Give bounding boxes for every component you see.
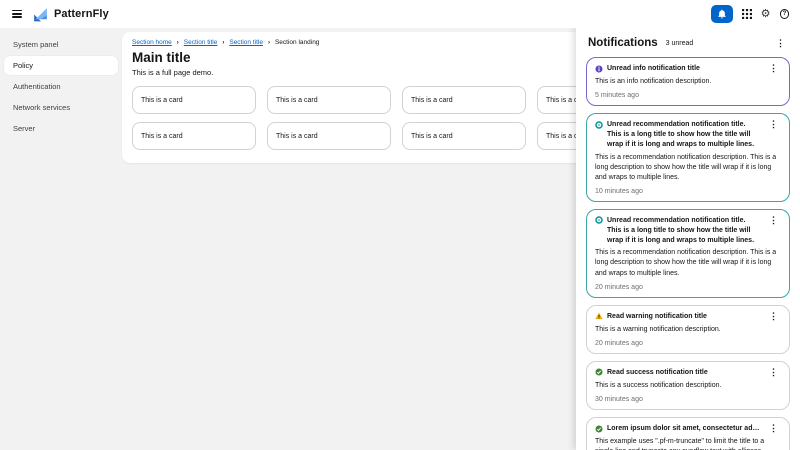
chevron-right-icon: › <box>268 40 270 46</box>
gear-icon: ⚙ <box>761 9 771 20</box>
kebab-menu-button[interactable]: ⋮ <box>766 367 781 378</box>
demo-card[interactable]: This is a card <box>402 122 526 150</box>
unread-count: 3 unread <box>666 40 694 47</box>
bell-icon <box>717 9 727 19</box>
notification-description: This is an info notification description… <box>595 77 781 87</box>
grid-icon <box>742 9 752 19</box>
demo-card[interactable]: This is a card <box>402 86 526 114</box>
chevron-right-icon: › <box>177 40 179 46</box>
settings-button[interactable]: ⚙ <box>760 9 771 20</box>
notification-item-info-unread[interactable]: Unread info notification title ⋮ This is… <box>586 57 790 106</box>
kebab-menu-button[interactable]: ⋮ <box>766 311 781 322</box>
notification-title: Unread recommendation notification title… <box>607 216 760 245</box>
notification-description: This is a success notification descripti… <box>595 381 781 391</box>
breadcrumb-current: Section landing <box>275 39 319 46</box>
notification-timestamp: 30 minutes ago <box>595 396 781 403</box>
question-circle-icon: ? <box>780 9 790 19</box>
check-circle-icon <box>595 425 603 433</box>
notification-description: This is a recommendation notification de… <box>595 153 781 183</box>
notification-title: Read success notification title <box>607 368 760 378</box>
notification-title: Lorem ipsum dolor sit amet, consectetur … <box>607 424 760 434</box>
nav-toggle-icon[interactable] <box>12 10 22 18</box>
breadcrumb-link[interactable]: Section title <box>184 39 218 46</box>
notification-timestamp: 5 minutes ago <box>595 92 781 99</box>
sidebar-item-authentication[interactable]: Authentication <box>4 77 118 96</box>
notification-title: Unread recommendation notification title… <box>607 120 760 149</box>
notification-drawer-header: Notifications 3 unread ⋮ <box>576 28 800 54</box>
notification-drawer: Notifications 3 unread ⋮ Unread info not… <box>576 28 800 450</box>
brand-name: PatternFly <box>54 8 109 20</box>
notification-item-recommendation-unread[interactable]: Unread recommendation notification title… <box>586 113 790 202</box>
chevron-right-icon: › <box>222 40 224 46</box>
notification-item-warning-read[interactable]: Read warning notification title ⋮ This i… <box>586 305 790 354</box>
notification-description: This is a warning notification descripti… <box>595 325 781 335</box>
check-circle-icon <box>595 368 603 376</box>
breadcrumb-link[interactable]: Section title <box>229 39 263 46</box>
kebab-menu-button[interactable]: ⋮ <box>766 63 781 74</box>
help-button[interactable]: ? <box>779 9 790 20</box>
notification-item-success-read[interactable]: Read success notification title ⋮ This i… <box>586 361 790 410</box>
demo-card[interactable]: This is a card <box>132 86 256 114</box>
bell-circle-icon <box>595 216 603 224</box>
demo-card[interactable]: This is a card <box>132 122 256 150</box>
notification-description: This is a recommendation notification de… <box>595 248 781 278</box>
drawer-title: Notifications <box>588 37 658 49</box>
kebab-menu-button[interactable]: ⋮ <box>766 215 781 226</box>
notification-timestamp: 20 minutes ago <box>595 284 781 291</box>
notification-title: Unread info notification title <box>607 64 760 74</box>
sidebar-item-network-services[interactable]: Network services <box>4 98 118 117</box>
sidebar-item-server[interactable]: Server <box>4 119 118 138</box>
notifications-bell-button[interactable] <box>711 5 733 23</box>
notification-title: Read warning notification title <box>607 312 760 322</box>
demo-card[interactable]: This is a card <box>267 122 391 150</box>
bell-circle-icon <box>595 121 603 129</box>
sidebar-nav: System panel Policy Authentication Netwo… <box>0 28 122 450</box>
masthead: PatternFly ⚙ ? <box>0 0 800 28</box>
drawer-kebab-menu-button[interactable]: ⋮ <box>773 38 788 49</box>
kebab-menu-button[interactable]: ⋮ <box>766 119 781 130</box>
notification-item-truncated[interactable]: Lorem ipsum dolor sit amet, consectetur … <box>586 417 790 450</box>
breadcrumb-link[interactable]: Section home <box>132 39 172 46</box>
sidebar-item-system-panel[interactable]: System panel <box>4 35 118 54</box>
sidebar-item-policy[interactable]: Policy <box>4 56 118 75</box>
notification-timestamp: 10 minutes ago <box>595 188 781 195</box>
demo-card[interactable]: This is a card <box>267 86 391 114</box>
kebab-menu-button[interactable]: ⋮ <box>766 423 781 434</box>
notification-description: This example uses ".pf-m-truncate" to li… <box>595 437 781 450</box>
warning-triangle-icon <box>595 312 603 320</box>
info-icon <box>595 65 603 73</box>
notification-item-recommendation-unread[interactable]: Unread recommendation notification title… <box>586 209 790 298</box>
notification-list: Unread info notification title ⋮ This is… <box>576 54 800 450</box>
app-launcher-button[interactable] <box>741 9 752 20</box>
notification-timestamp: 20 minutes ago <box>595 340 781 347</box>
patternfly-logo <box>32 6 49 23</box>
